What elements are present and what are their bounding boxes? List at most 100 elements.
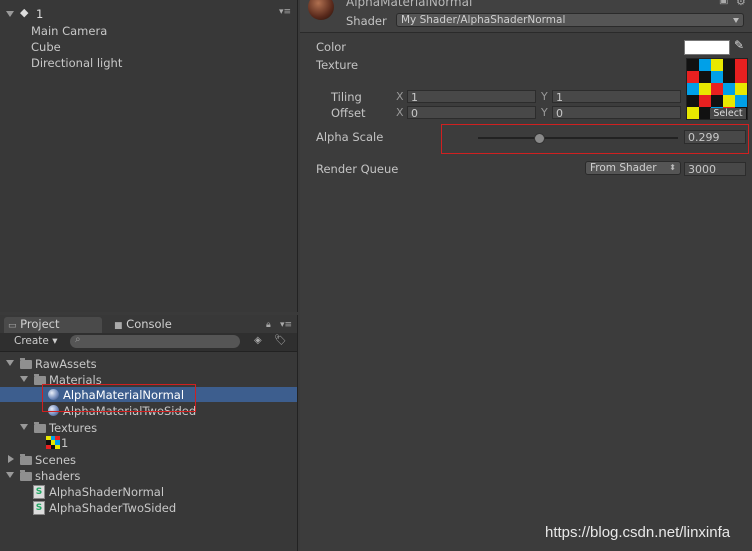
expand-arrow-icon[interactable] [6, 472, 14, 478]
tab-console[interactable]: ■ Console [110, 317, 176, 333]
tree-item-texture-1[interactable]: 1 [0, 435, 297, 450]
texture-pixel [723, 95, 735, 107]
hierarchy-item[interactable]: Cube [31, 40, 61, 54]
tiling-y-field[interactable]: 1 [552, 90, 681, 104]
highlight-box [42, 384, 196, 412]
gear-icon[interactable]: ⚙ [736, 0, 746, 8]
project-panel: ▭ Project ■ Console 🔒︎ ▾≡ Create ▾ ⌕ ◈ 🏷… [0, 315, 298, 551]
search-icon: ⌕ [75, 334, 81, 345]
tree-folder-textures[interactable]: Textures [0, 420, 297, 435]
tiling-x-label: X [396, 90, 404, 103]
search-input[interactable]: ⌕ [70, 334, 240, 348]
updown-icon: ⬍ [669, 163, 676, 172]
hierarchy-panel: ◆ 1 ▾≡ Main Camera Cube Directional ligh… [0, 0, 298, 312]
collapse-arrow-icon[interactable] [6, 11, 14, 17]
expand-arrow-icon[interactable] [20, 376, 28, 382]
tree-item-alphashadertwosided[interactable]: S AlphaShaderTwoSided [0, 500, 297, 515]
scene-name: 1 [36, 7, 44, 21]
texture-pixel [735, 59, 747, 71]
create-button[interactable]: Create ▾ [14, 335, 58, 347]
texture-pixel [711, 59, 723, 71]
expand-arrow-icon[interactable] [6, 360, 14, 366]
texture-pixel [723, 83, 735, 95]
console-icon: ■ [114, 321, 123, 331]
lock-icon[interactable]: 🔒︎ [266, 320, 271, 330]
highlight-box [441, 124, 749, 154]
color-swatch[interactable] [684, 40, 730, 55]
texture-pixel [687, 71, 699, 83]
tree-item-alphashadernormal[interactable]: S AlphaShaderNormal [0, 484, 297, 499]
folder-icon: ▭ [8, 321, 17, 331]
shader-dropdown[interactable]: My Shader/AlphaShaderNormal [396, 13, 744, 27]
tree-label: AlphaShaderNormal [49, 485, 165, 499]
filter-label-icon[interactable]: 🏷︎ [274, 335, 287, 346]
tiling-label: Tiling [331, 90, 362, 104]
offset-y-field[interactable]: 0 [552, 106, 681, 120]
menu-icon[interactable]: ▾≡ [279, 7, 291, 17]
texture-pixel [735, 71, 747, 83]
eyedropper-icon[interactable]: ✎ [734, 38, 744, 52]
texture-pixel [699, 83, 711, 95]
tree-folder-rawassets[interactable]: RawAssets [0, 356, 297, 371]
texture-pixel [699, 95, 711, 107]
shader-icon: S [33, 501, 45, 515]
texture-pixel [687, 95, 699, 107]
offset-x-label: X [396, 106, 404, 119]
texture-pixel [699, 59, 711, 71]
render-queue-dropdown[interactable]: From Shader ⬍ [585, 161, 681, 175]
folder-icon [20, 470, 32, 481]
color-label: Color [316, 40, 347, 54]
tab-project[interactable]: ▭ Project [4, 317, 102, 333]
shader-icon: S [33, 485, 45, 499]
texture-pixel [687, 83, 699, 95]
render-queue-label: Render Queue [316, 162, 399, 176]
expand-arrow-icon[interactable] [20, 424, 28, 430]
offset-label: Offset [331, 106, 366, 120]
tab-label: Console [126, 317, 172, 331]
texture-pixel [723, 59, 735, 71]
tree-folder-scenes[interactable]: Scenes [0, 452, 297, 467]
tree-label: Scenes [35, 453, 77, 467]
hierarchy-scene-header[interactable]: ◆ 1 ▾≡ [0, 5, 297, 23]
tab-label: Project [20, 317, 60, 331]
folder-icon [20, 454, 32, 465]
material-preview-icon [308, 0, 334, 20]
texture-pixel [711, 83, 723, 95]
folder-icon [20, 358, 32, 369]
expand-arrow-icon[interactable] [8, 455, 14, 463]
folder-icon [34, 422, 46, 433]
unity-logo-icon: ◆ [20, 6, 29, 19]
texture-pixel [735, 83, 747, 95]
create-label: Create [14, 335, 49, 347]
watermark-text: https://blog.csdn.net/linxinfa [545, 524, 731, 541]
texture-pixel [711, 71, 723, 83]
hierarchy-item[interactable]: Main Camera [31, 24, 107, 38]
shader-label: Shader [346, 14, 387, 28]
select-texture-button[interactable]: Select [710, 108, 746, 119]
texture-thumbnail-icon [46, 436, 60, 449]
texture-pixel [687, 59, 699, 71]
project-toolbar: Create ▾ ⌕ ◈ 🏷︎ [0, 333, 297, 352]
tree-label: RawAssets [35, 357, 97, 371]
tree-label: shaders [35, 469, 81, 483]
render-queue-mode: From Shader [590, 162, 657, 174]
tree-folder-shaders[interactable]: shaders [0, 468, 297, 483]
tiling-y-label: Y [541, 90, 548, 103]
material-header: AlphaMaterialNormal ▣ ⚙ Shader My Shader… [300, 0, 752, 33]
texture-pixel [723, 71, 735, 83]
tiling-x-field[interactable]: 1 [407, 90, 536, 104]
hierarchy-item[interactable]: Directional light [31, 56, 122, 70]
inspector-panel [300, 0, 752, 551]
tree-label: Textures [49, 421, 98, 435]
texture-pixel [699, 71, 711, 83]
help-icon[interactable]: ▣ [719, 0, 728, 6]
texture-pixel [711, 95, 723, 107]
offset-y-label: Y [541, 106, 548, 119]
menu-icon[interactable]: ▾≡ [280, 320, 292, 330]
tree-label: 1 [61, 436, 69, 450]
render-queue-field[interactable]: 3000 [684, 162, 746, 176]
filter-type-icon[interactable]: ◈ [254, 335, 262, 346]
alpha-scale-label: Alpha Scale [316, 130, 384, 144]
offset-x-field[interactable]: 0 [407, 106, 536, 120]
chevron-down-icon [733, 18, 739, 23]
